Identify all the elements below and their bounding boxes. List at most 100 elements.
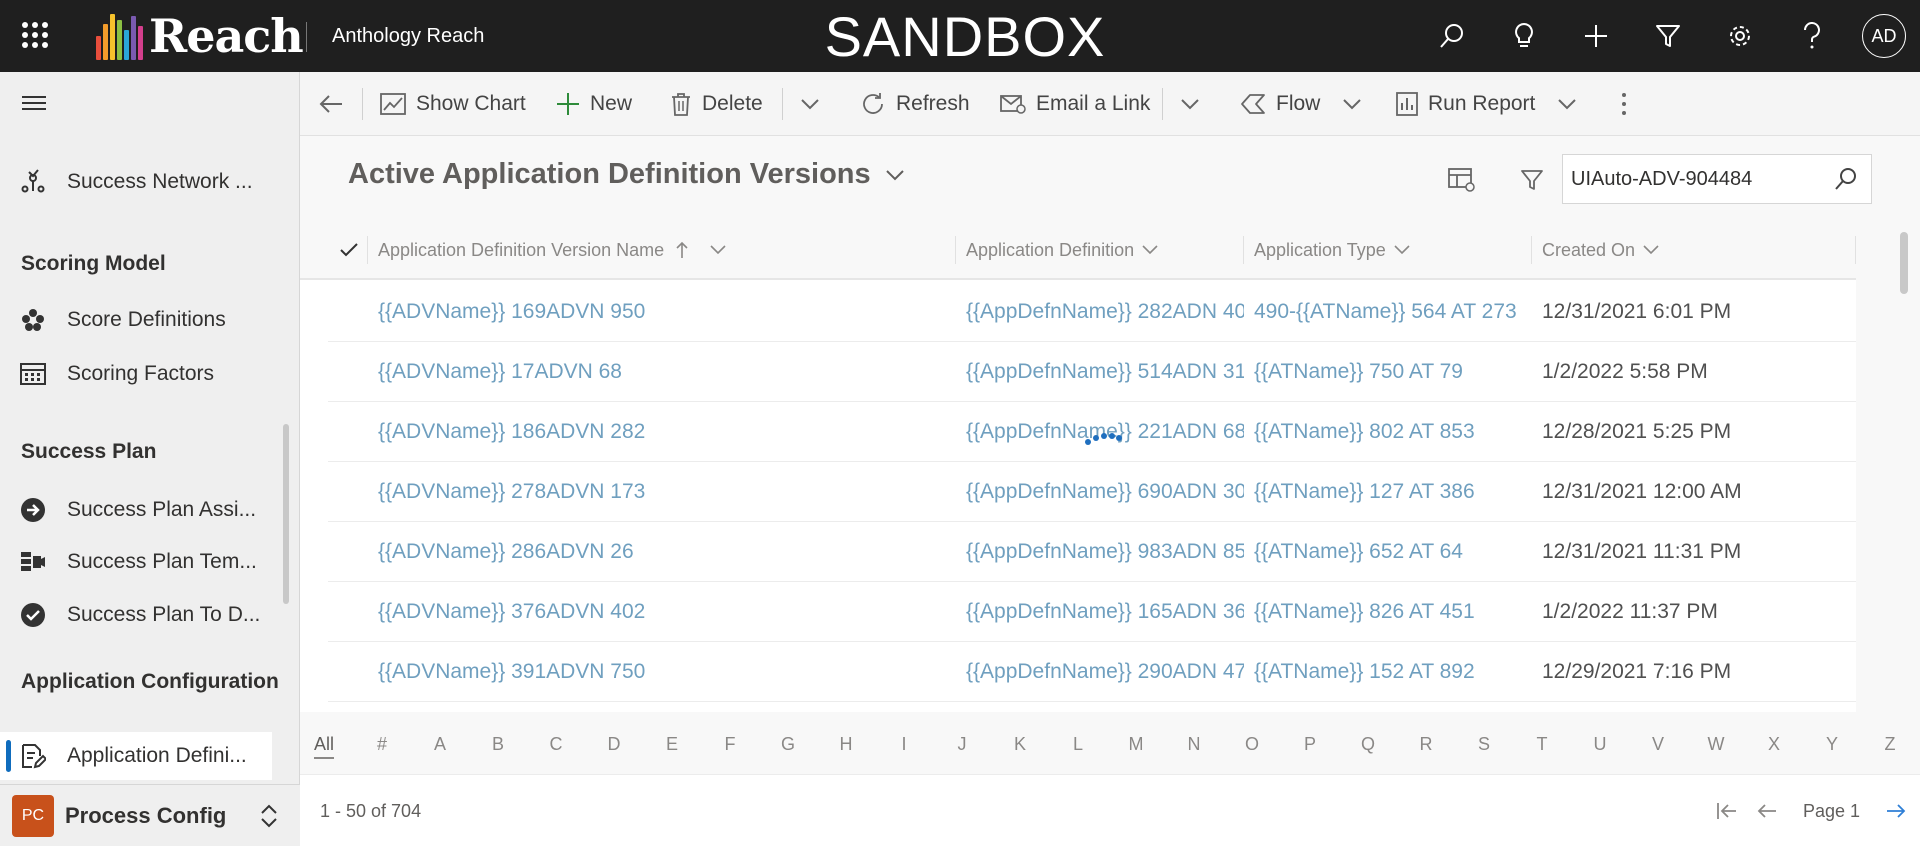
tips-button[interactable] (1488, 0, 1560, 72)
email-more-button[interactable] (1180, 72, 1210, 136)
sidebar-item-label: Success Plan Tem... (67, 550, 257, 573)
alphabet-filter-y[interactable]: Y (1826, 734, 1838, 755)
sidebar-item-scoring-factors[interactable]: Scoring Factors (0, 350, 272, 398)
alphabet-filter-t[interactable]: T (1537, 734, 1548, 755)
sidebar-item-success-plan-templates[interactable]: Success Plan Tem... (0, 538, 272, 586)
search-submit-button[interactable] (1821, 167, 1871, 191)
alphabet-filter-z[interactable]: Z (1885, 734, 1896, 755)
alphabet-filter-all[interactable]: All (313, 734, 335, 759)
column-header-application-definition[interactable]: Application Definition (966, 222, 1158, 278)
alphabet-filter-s[interactable]: S (1478, 734, 1490, 755)
cell-application-definition[interactable]: {{AppDefnName}} 282ADN 40: (966, 282, 1244, 342)
table-row[interactable]: {{ADVName}} 17ADVN 68 {{AppDefnName}} 51… (328, 342, 1856, 402)
alphabet-filter-b[interactable]: B (492, 734, 504, 755)
cell-name[interactable]: {{ADVName}} 17ADVN 68 (378, 342, 958, 402)
view-selector[interactable]: Active Application Definition Versions (348, 158, 905, 191)
alphabet-filter-u[interactable]: U (1594, 734, 1607, 755)
table-row[interactable]: {{ADVName}} 376ADVN 402 {{AppDefnName}} … (328, 582, 1856, 642)
cell-application-type[interactable]: 490-{{ATName}} 564 AT 273 (1254, 282, 1538, 342)
column-header-name[interactable]: Application Definition Version Name (378, 222, 726, 278)
email-link-button[interactable]: Email a Link (1000, 72, 1150, 136)
alphabet-filter-number[interactable]: # (377, 734, 387, 755)
sidebar-item-application-definitions[interactable]: Application Defini... (0, 732, 272, 780)
settings-button[interactable] (1704, 0, 1776, 72)
alphabet-filter-l[interactable]: L (1073, 734, 1083, 755)
alphabet-filter-x[interactable]: X (1768, 734, 1780, 755)
alphabet-filter-o[interactable]: O (1245, 734, 1259, 755)
cell-application-type[interactable]: {{ATName}} 127 AT 386 (1254, 462, 1538, 522)
cell-application-type[interactable]: {{ATName}} 750 AT 79 (1254, 342, 1538, 402)
first-page-button[interactable] (1707, 801, 1747, 821)
alphabet-filter-e[interactable]: E (666, 734, 678, 755)
cell-application-definition[interactable]: {{AppDefnName}} 690ADN 30( (966, 462, 1244, 522)
email-link-icon (1000, 95, 1026, 114)
search-input[interactable] (1563, 167, 1821, 191)
flow-button[interactable]: Flow (1240, 72, 1372, 136)
delete-button[interactable]: Delete (670, 72, 763, 136)
cell-name[interactable]: {{ADVName}} 391ADVN 750 (378, 642, 958, 702)
alphabet-filter-m[interactable]: M (1129, 734, 1144, 755)
checkmark-icon (340, 243, 358, 257)
alphabet-filter-r[interactable]: R (1420, 734, 1433, 755)
sidebar-scrollbar[interactable] (283, 424, 289, 604)
cell-application-definition[interactable]: {{AppDefnName}} 165ADN 36: (966, 582, 1244, 642)
new-button[interactable]: New (556, 72, 632, 136)
alphabet-filter-q[interactable]: Q (1361, 734, 1375, 755)
alphabet-filter-k[interactable]: K (1014, 734, 1026, 755)
edit-filters-button[interactable] (1516, 164, 1548, 196)
cell-application-type[interactable]: {{ATName}} 652 AT 64 (1254, 522, 1538, 582)
alphabet-filter-g[interactable]: G (781, 734, 795, 755)
advanced-find-button[interactable] (1632, 0, 1704, 72)
select-all-checkbox[interactable] (340, 222, 358, 278)
previous-page-button[interactable] (1747, 801, 1787, 821)
new-record-button[interactable] (1560, 0, 1632, 72)
area-switcher[interactable]: PC Process Config (0, 784, 300, 846)
hamburger-menu-icon[interactable] (22, 96, 46, 112)
cell-name[interactable]: {{ADVName}} 278ADVN 173 (378, 462, 958, 522)
alphabet-filter-h[interactable]: H (840, 734, 853, 755)
cell-name[interactable]: {{ADVName}} 169ADVN 950 (378, 282, 958, 342)
cell-application-definition[interactable]: {{AppDefnName}} 514ADN 31: (966, 342, 1244, 402)
sidebar-item-success-plan-todos[interactable]: Success Plan To D... (0, 591, 272, 639)
cell-application-type[interactable]: {{ATName}} 826 AT 451 (1254, 582, 1538, 642)
sidebar-item-label: Scoring Factors (67, 362, 215, 385)
show-chart-button[interactable]: Show Chart (380, 72, 526, 136)
alphabet-filter-v[interactable]: V (1652, 734, 1664, 755)
column-header-application-type[interactable]: Application Type (1254, 222, 1410, 278)
more-commands-button[interactable] (1620, 72, 1638, 136)
table-row[interactable]: {{ADVName}} 286ADVN 26 {{AppDefnName}} 9… (328, 522, 1856, 582)
back-button[interactable] (318, 72, 354, 136)
alphabet-filter-f[interactable]: F (725, 734, 736, 755)
alphabet-filter-c[interactable]: C (550, 734, 563, 755)
alphabet-filter-j[interactable]: J (958, 734, 967, 755)
edit-columns-button[interactable] (1446, 164, 1478, 196)
next-page-button[interactable] (1876, 801, 1916, 821)
alphabet-filter-d[interactable]: D (608, 734, 621, 755)
table-row[interactable]: {{ADVName}} 391ADVN 750 {{AppDefnName}} … (328, 642, 1856, 702)
cell-application-type[interactable]: {{ATName}} 802 AT 853 (1254, 402, 1538, 462)
help-button[interactable] (1776, 0, 1848, 72)
table-row[interactable]: {{ADVName}} 169ADVN 950 {{AppDefnName}} … (328, 282, 1856, 342)
search-button[interactable] (1416, 0, 1488, 72)
user-avatar[interactable]: AD (1862, 14, 1906, 58)
alphabet-filter-w[interactable]: W (1708, 734, 1725, 755)
refresh-button[interactable]: Refresh (860, 72, 970, 136)
grid-scrollbar[interactable] (1900, 232, 1908, 294)
run-report-button[interactable]: Run Report (1396, 72, 1587, 136)
cell-application-type[interactable]: {{ATName}} 152 AT 892 (1254, 642, 1538, 702)
sidebar-item-success-network[interactable]: Success Network ... (0, 158, 272, 206)
cell-name[interactable]: {{ADVName}} 286ADVN 26 (378, 522, 958, 582)
delete-more-button[interactable] (800, 72, 830, 136)
alphabet-filter-n[interactable]: N (1188, 734, 1201, 755)
cell-name[interactable]: {{ADVName}} 186ADVN 282 (378, 402, 958, 462)
alphabet-filter-p[interactable]: P (1304, 734, 1316, 755)
cell-name[interactable]: {{ADVName}} 376ADVN 402 (378, 582, 958, 642)
sidebar-item-score-definitions[interactable]: Score Definitions (0, 296, 272, 344)
cell-application-definition[interactable]: {{AppDefnName}} 983ADN 85: (966, 522, 1244, 582)
table-row[interactable]: {{ADVName}} 278ADVN 173 {{AppDefnName}} … (328, 462, 1856, 522)
alphabet-filter-i[interactable]: I (901, 734, 906, 755)
cell-application-definition[interactable]: {{AppDefnName}} 290ADN 47( (966, 642, 1244, 702)
sidebar-item-success-plan-assignments[interactable]: Success Plan Assi... (0, 486, 272, 534)
column-header-created-on[interactable]: Created On (1542, 222, 1659, 278)
alphabet-filter-a[interactable]: A (434, 734, 446, 755)
